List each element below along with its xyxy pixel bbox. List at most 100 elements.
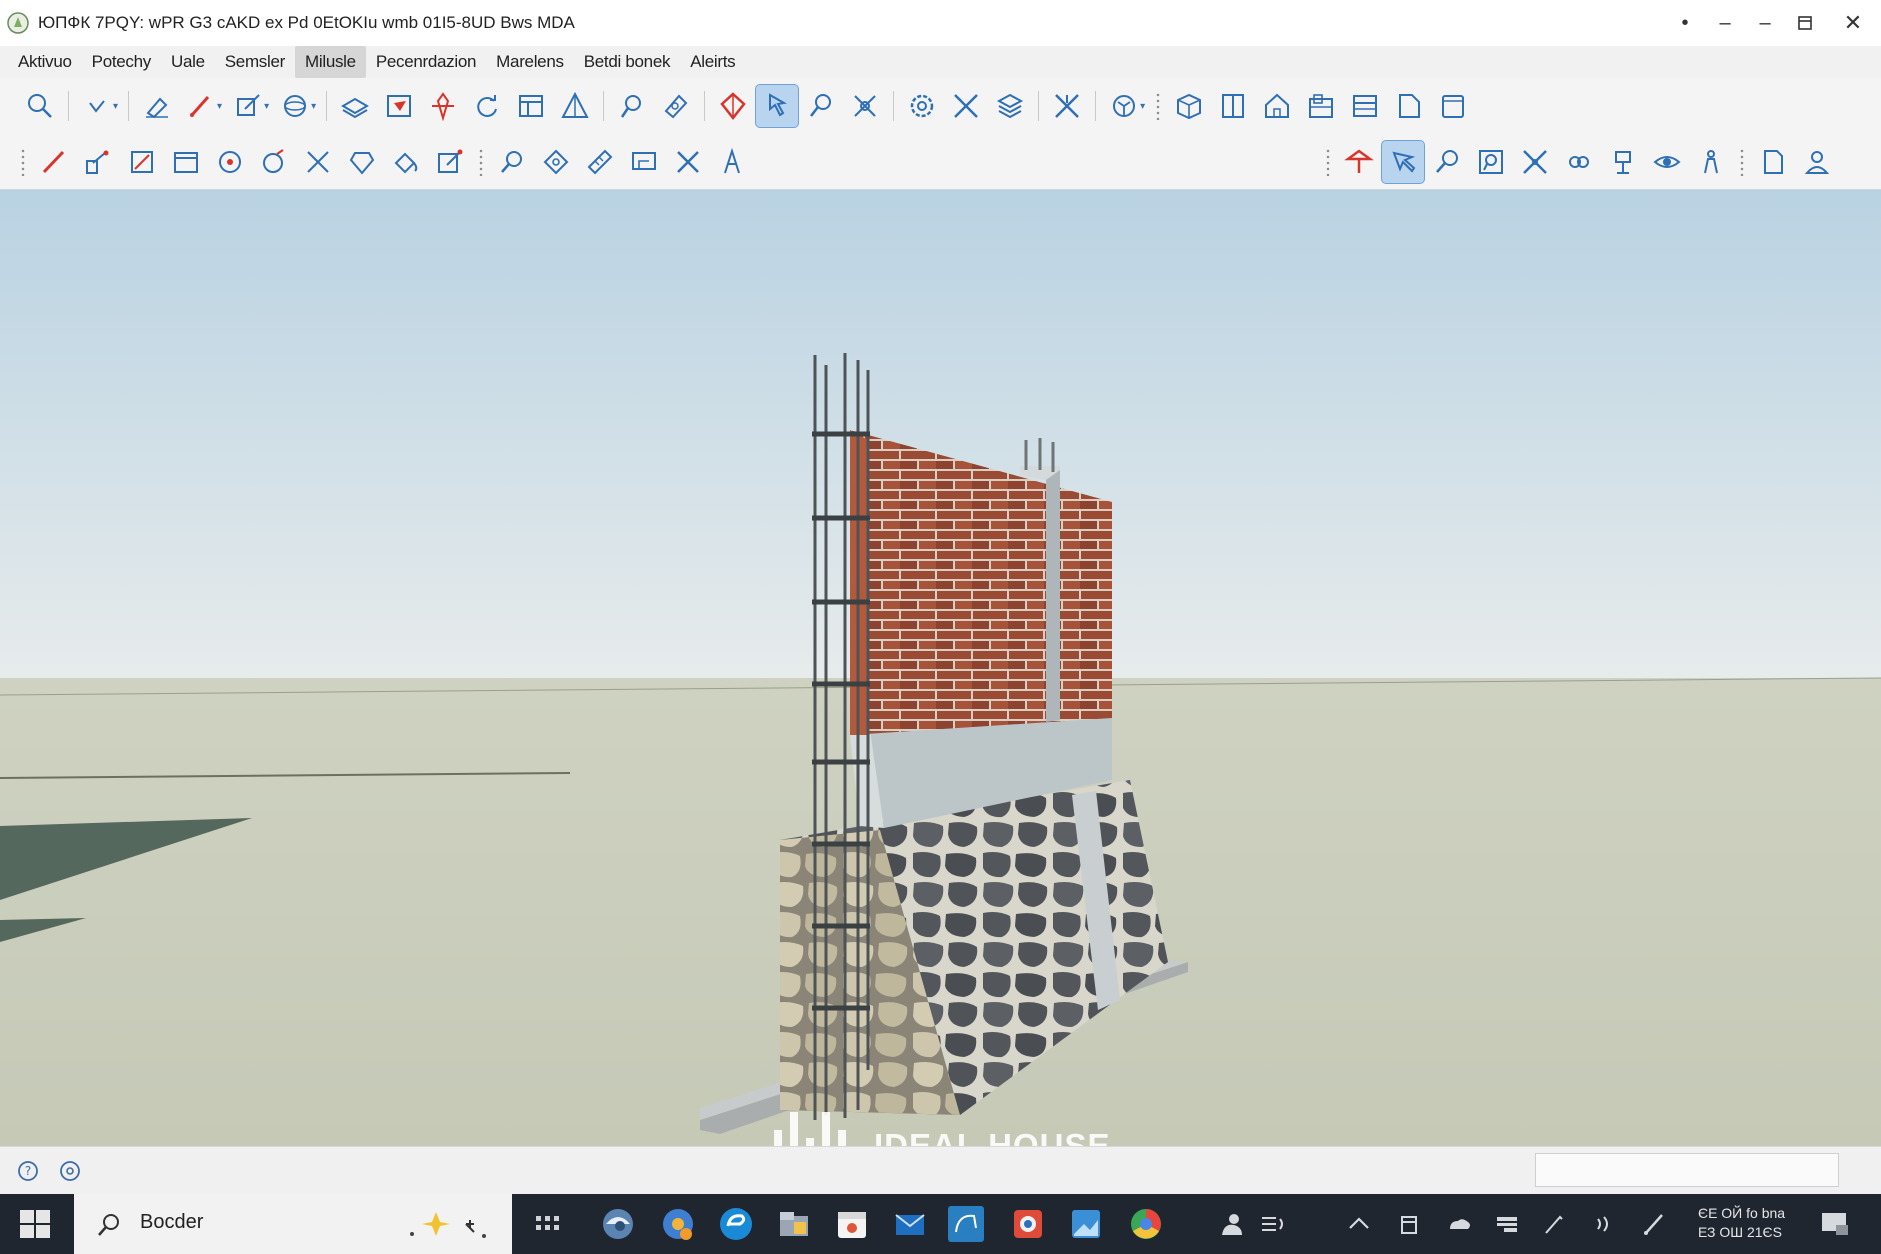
menu-item-9[interactable]: Aleirts	[680, 46, 745, 78]
help-button[interactable]: •	[1665, 0, 1705, 46]
house-tool-button[interactable]	[1255, 84, 1299, 128]
arc-tool-button[interactable]	[76, 140, 120, 184]
person-tool-button[interactable]	[1689, 140, 1733, 184]
system-clock[interactable]: ЄЕ ОЙ fo bna ЕЗ ОШ 21ЄЅ	[1698, 1204, 1785, 1242]
file-tool-button[interactable]	[1387, 84, 1431, 128]
menu-item-1[interactable]: Aktivuo	[8, 46, 82, 78]
link-tool-button[interactable]	[1557, 140, 1601, 184]
walk-tool-button[interactable]	[1381, 139, 1425, 184]
windows-start-icon[interactable]	[18, 1208, 52, 1240]
chrome-icon[interactable]	[658, 1204, 698, 1244]
toolbar-grip[interactable]	[478, 147, 484, 176]
cut-tool-button[interactable]	[296, 140, 340, 184]
pen-icon[interactable]	[1540, 1209, 1570, 1239]
office-app-icon[interactable]	[1008, 1204, 1048, 1244]
eraser-tool-button[interactable]	[135, 84, 179, 128]
help-icon[interactable]: ?	[16, 1159, 40, 1183]
3d-viewport[interactable]	[0, 190, 1881, 1146]
building-tool-button[interactable]	[1299, 84, 1343, 128]
mail-icon[interactable]	[890, 1204, 930, 1244]
settings-tool-button[interactable]	[900, 84, 944, 128]
zoom-window-tool-button[interactable]	[1425, 140, 1469, 184]
toolbar-grip[interactable]	[20, 147, 26, 176]
chrome-alt-icon[interactable]	[1126, 1204, 1166, 1244]
toolbar-grip[interactable]	[1325, 147, 1331, 176]
page-tool-button[interactable]	[1431, 84, 1475, 128]
menu-item-4[interactable]: Semsler	[215, 46, 295, 78]
star-tool-button[interactable]	[534, 140, 578, 184]
rotate-circle-tool-button[interactable]	[252, 140, 296, 184]
menu-item-7[interactable]: Marelens	[486, 46, 574, 78]
close-button[interactable]: ✕	[1825, 0, 1881, 46]
edit-box-tool-button[interactable]	[428, 140, 472, 184]
edit-pen-icon[interactable]	[1640, 1209, 1670, 1239]
dimension-tool-button[interactable]	[622, 140, 666, 184]
door-tool-button[interactable]	[1211, 84, 1255, 128]
toolbar-grip[interactable]	[1155, 92, 1162, 120]
layers-tool-button[interactable]	[333, 84, 377, 128]
pushpull-tool-button[interactable]	[711, 84, 755, 128]
minimize-ribbon-button[interactable]: –	[1705, 0, 1745, 46]
photos-icon[interactable]	[1066, 1204, 1106, 1244]
edge-icon[interactable]	[716, 1204, 756, 1244]
lookaround-tool-button[interactable]	[799, 84, 843, 128]
cross-tool-button[interactable]	[666, 140, 710, 184]
line-tool-button[interactable]	[32, 140, 76, 184]
dropdown-arrow-icon[interactable]: ▾	[311, 101, 316, 112]
menu-item-6[interactable]: Pecenrdazion	[366, 46, 486, 78]
measurements-box[interactable]	[1535, 1153, 1839, 1187]
intersect-tool-button[interactable]	[1045, 84, 1089, 128]
menu-item-5[interactable]: Milusle	[295, 46, 366, 78]
battery-icon[interactable]	[1394, 1209, 1424, 1239]
follow-tool-button[interactable]	[755, 84, 800, 128]
tape-tool-button[interactable]	[843, 84, 887, 128]
notification-center-icon[interactable]	[1818, 1207, 1852, 1241]
image-tool-button[interactable]	[377, 84, 421, 128]
eye-tool-button[interactable]	[1645, 140, 1689, 184]
measure-tool-button[interactable]	[553, 84, 597, 128]
text-tool-button[interactable]	[710, 140, 754, 184]
ruler-tool-button[interactable]	[578, 140, 622, 184]
user-tool-button[interactable]	[1795, 140, 1839, 184]
dropdown-arrow-icon[interactable]: ▾	[113, 101, 118, 112]
minimize-button[interactable]: –	[1745, 0, 1785, 46]
menu-item-8[interactable]: Betdi bonek	[574, 46, 681, 78]
components-tool-button[interactable]	[988, 84, 1032, 128]
paint-tool-button[interactable]	[654, 84, 698, 128]
scale-tool-button[interactable]	[944, 84, 988, 128]
sketch-app-icon[interactable]	[946, 1204, 986, 1244]
info-icon[interactable]	[58, 1159, 82, 1183]
network-icon[interactable]	[1492, 1209, 1522, 1239]
rotate-tool-button[interactable]	[465, 84, 509, 128]
toolbar-grip[interactable]	[1739, 147, 1745, 176]
figure-tool-button[interactable]	[1601, 140, 1645, 184]
panel-tool-button[interactable]	[164, 140, 208, 184]
doc-tool-button[interactable]	[1751, 140, 1795, 184]
circle-tool-button[interactable]	[208, 140, 252, 184]
menu-item-3[interactable]: Uale	[161, 46, 215, 78]
dropdown-arrow-icon[interactable]: ▾	[264, 101, 269, 112]
menu-item-2[interactable]: Potechy	[82, 46, 161, 78]
taskbar-search-box[interactable]: Bocder	[74, 1194, 512, 1254]
rectangle-tool-button[interactable]	[120, 140, 164, 184]
people-icon[interactable]	[1216, 1209, 1246, 1239]
list-icon[interactable]	[1256, 1209, 1286, 1239]
gem-tool-button[interactable]	[340, 140, 384, 184]
file-explorer-icon[interactable]	[774, 1204, 814, 1244]
task-view-icon[interactable]	[528, 1204, 568, 1244]
explode-tool-button[interactable]	[1513, 140, 1557, 184]
window-tool-button[interactable]	[1343, 84, 1387, 128]
frame-tool-button[interactable]	[1469, 140, 1513, 184]
volume-icon[interactable]	[1588, 1209, 1618, 1239]
dropdown-arrow-icon[interactable]: ▾	[217, 101, 222, 112]
paint-bucket-tool-button[interactable]	[384, 140, 428, 184]
move-tool-button[interactable]	[421, 84, 465, 128]
maximize-button[interactable]	[1785, 0, 1825, 46]
cloud-icon[interactable]	[1444, 1209, 1474, 1239]
location-tool-button[interactable]	[1337, 140, 1381, 184]
magnify-tool-button[interactable]	[490, 140, 534, 184]
zoom-tool-button[interactable]	[18, 84, 62, 128]
chevron-up-icon[interactable]	[1344, 1209, 1374, 1239]
browser-icon[interactable]	[598, 1204, 638, 1244]
calendar-app-icon[interactable]	[832, 1204, 872, 1244]
